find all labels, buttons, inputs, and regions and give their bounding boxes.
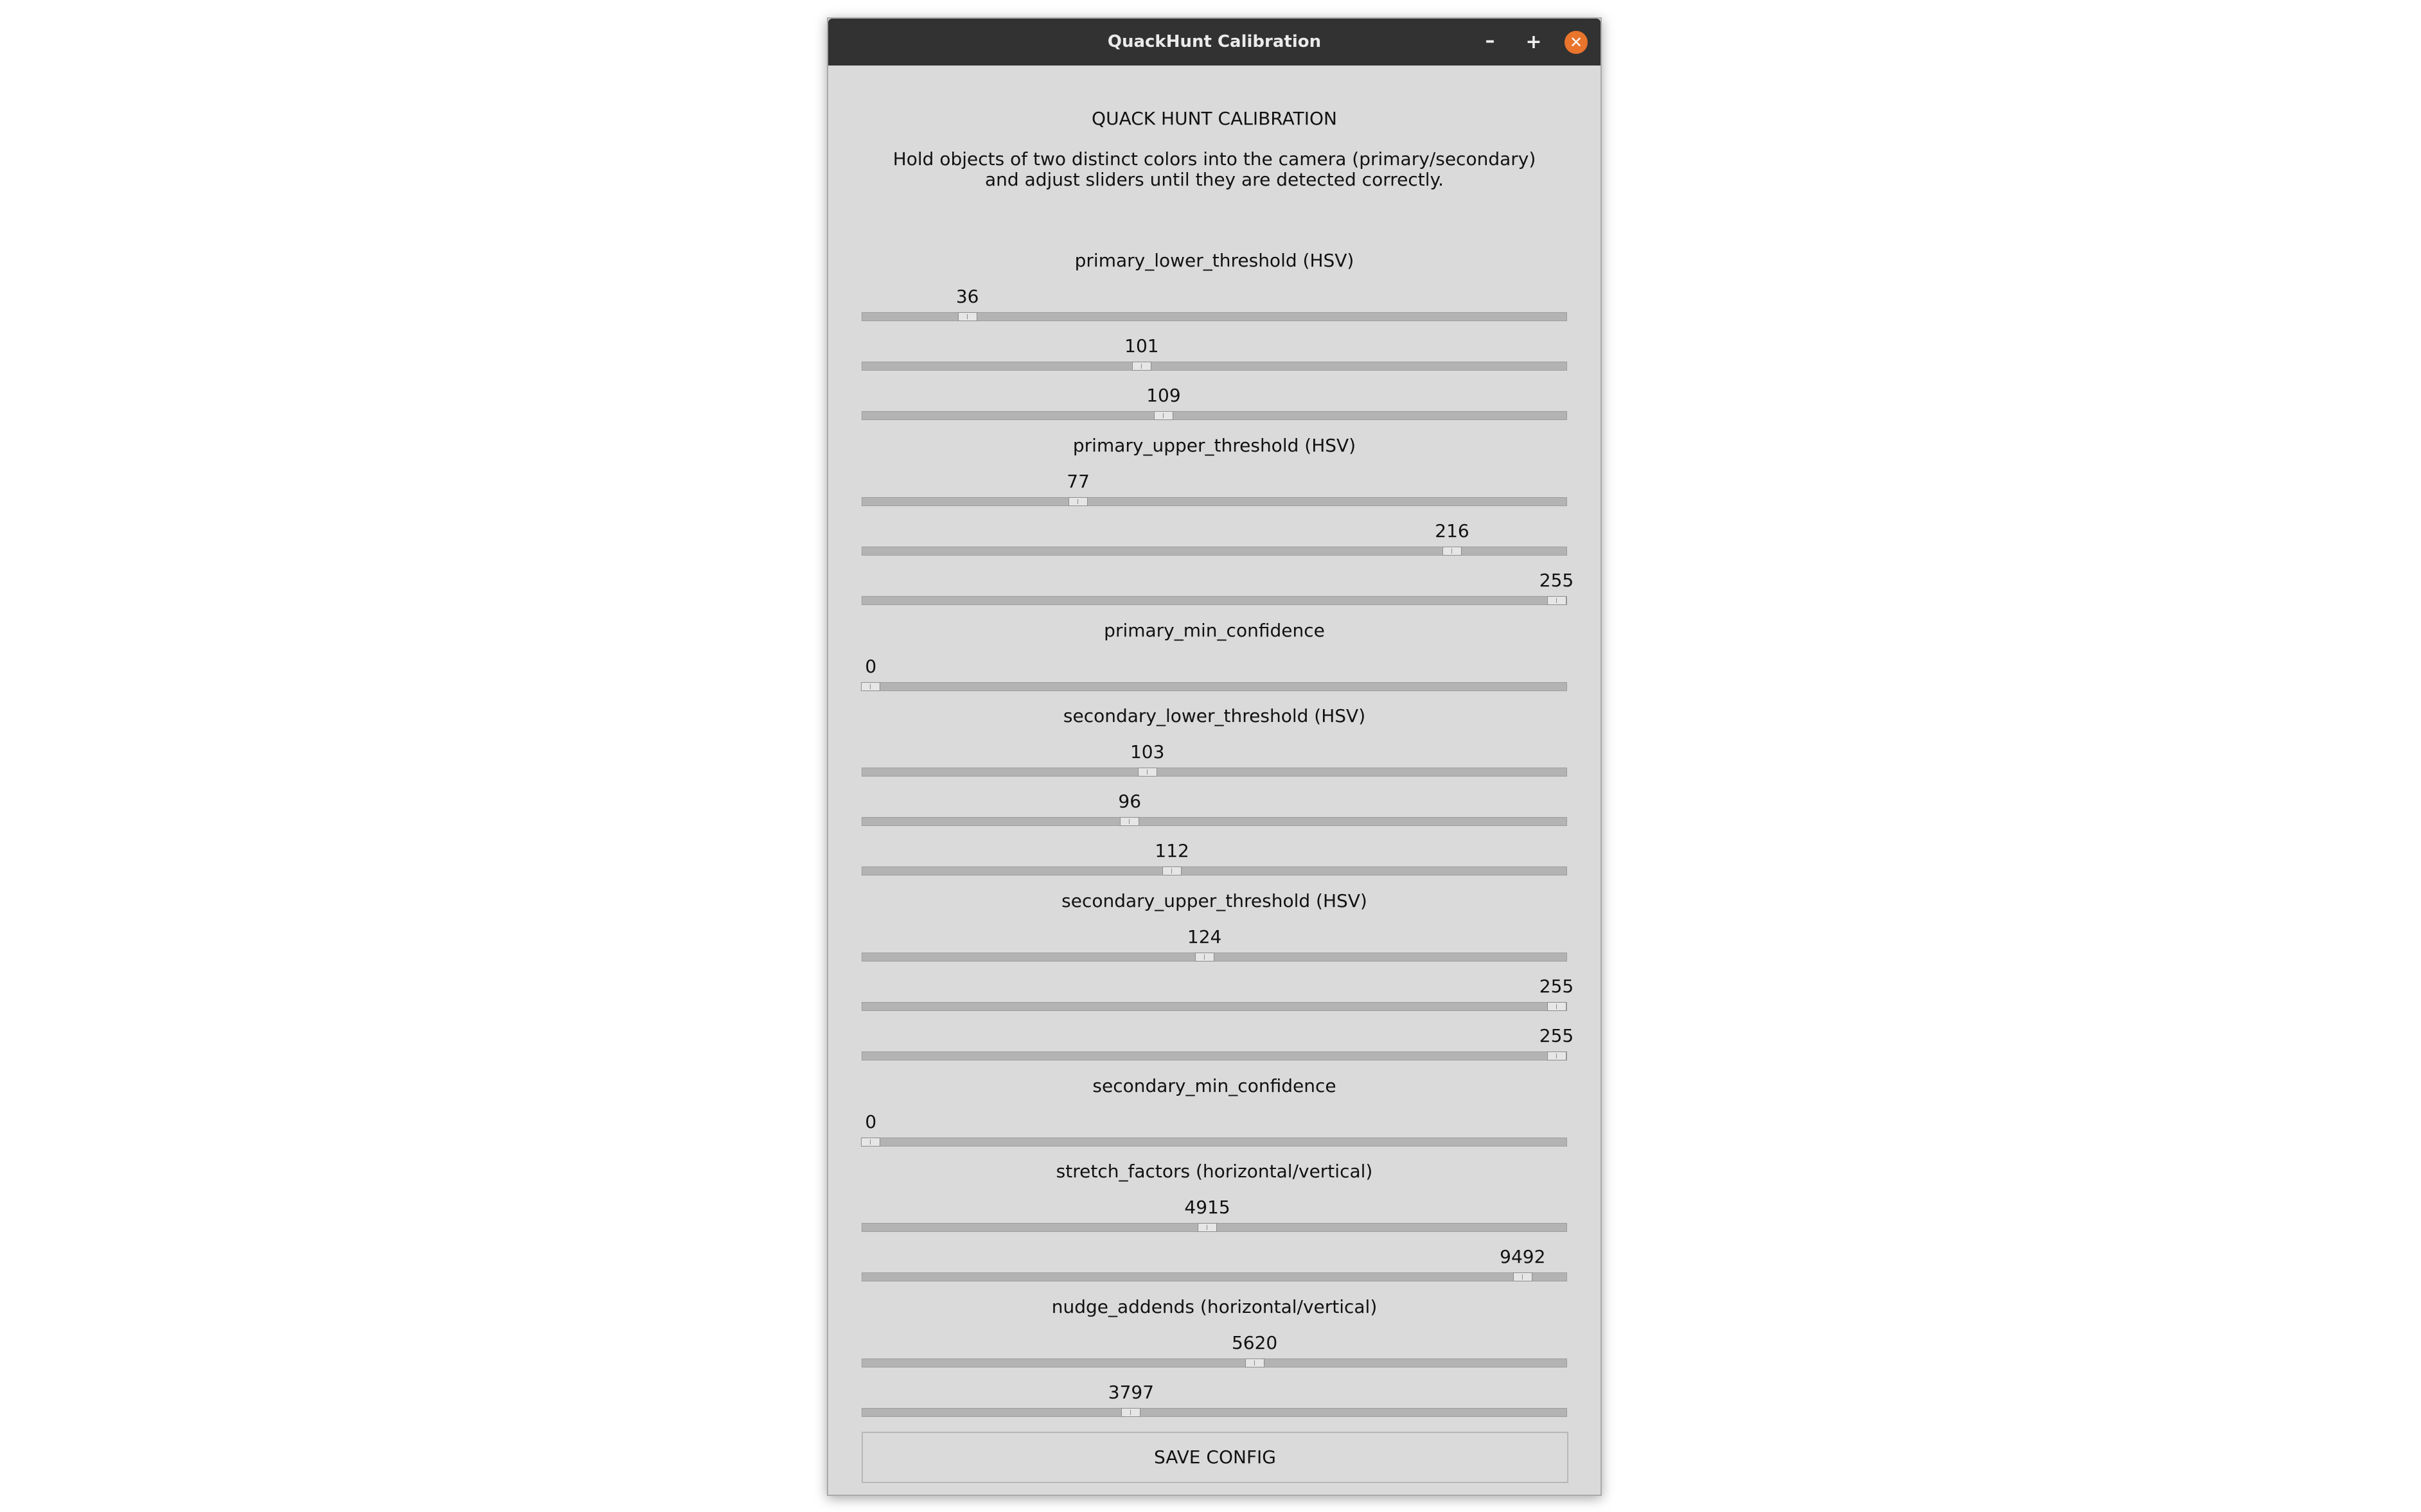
slider-handle[interactable]	[1137, 768, 1157, 777]
secondary-lower-v-slider[interactable]: 112	[862, 840, 1567, 876]
primary-upper-v-slider[interactable]: 255	[862, 570, 1574, 606]
slider-handle[interactable]	[1131, 362, 1151, 371]
slider-value: 77	[1067, 471, 1090, 492]
slider-handle[interactable]	[1547, 1051, 1566, 1060]
slider-trough[interactable]	[862, 1358, 1567, 1367]
instructions-text: Hold objects of two distinct colors into…	[828, 149, 1601, 190]
slider-trough[interactable]	[862, 682, 1567, 691]
primary-upper-threshold-label: primary_upper_threshold (HSV)	[1072, 435, 1356, 456]
slider-handle[interactable]	[1442, 547, 1462, 556]
slider-handle[interactable]	[1069, 497, 1088, 506]
slider-value: 124	[1187, 926, 1222, 947]
slider-value: 0	[865, 656, 877, 677]
slider-trough[interactable]	[862, 866, 1567, 875]
secondary-upper-s-slider[interactable]: 255	[862, 976, 1574, 1012]
slider-trough[interactable]	[862, 411, 1567, 420]
slider-handle[interactable]	[1547, 596, 1566, 605]
primary-min-confidence-slider[interactable]: 0	[861, 656, 1567, 692]
nudge-vertical-slider[interactable]: 3797	[862, 1382, 1567, 1418]
slider-value: 103	[1130, 741, 1165, 762]
page-title: QUACK HUNT CALIBRATION	[1092, 108, 1337, 129]
calibration-panel: QUACK HUNT CALIBRATION Hold objects of t…	[828, 66, 1601, 1495]
instructions-line-2: and adjust sliders until they are detect…	[985, 169, 1444, 190]
slider-value: 4915	[1184, 1197, 1230, 1218]
slider-trough[interactable]	[862, 1002, 1567, 1011]
maximize-icon[interactable]: +	[1521, 30, 1546, 55]
primary-upper-h-slider[interactable]: 77	[862, 471, 1567, 507]
primary-lower-s-slider[interactable]: 101	[862, 335, 1567, 371]
instructions-line-1: Hold objects of two distinct colors into…	[892, 148, 1536, 170]
nudge-horizontal-slider[interactable]: 5620	[862, 1332, 1567, 1368]
slider-handle[interactable]	[1245, 1358, 1264, 1367]
slider-trough[interactable]	[862, 497, 1567, 506]
secondary-upper-v-slider[interactable]: 255	[862, 1025, 1574, 1061]
slider-value: 0	[865, 1111, 877, 1132]
secondary-lower-threshold-label: secondary_lower_threshold (HSV)	[1063, 705, 1366, 726]
slider-value: 5620	[1231, 1332, 1278, 1353]
primary-lower-h-slider[interactable]: 36	[862, 286, 1567, 322]
slider-trough[interactable]	[862, 596, 1567, 605]
slider-trough[interactable]	[862, 1051, 1567, 1060]
slider-value: 255	[1539, 570, 1574, 591]
slider-trough[interactable]	[862, 1272, 1567, 1281]
slider-handle[interactable]	[1512, 1272, 1532, 1281]
slider-value: 101	[1124, 335, 1159, 356]
primary-min-confidence-label: primary_min_confidence	[1104, 620, 1325, 641]
slider-value: 96	[1118, 791, 1142, 812]
slider-trough[interactable]	[862, 768, 1567, 777]
slider-handle[interactable]	[1198, 1223, 1218, 1232]
primary-lower-v-slider[interactable]: 109	[862, 385, 1567, 421]
calibration-window: QuackHunt Calibration – + ✕ QUACK HUNT C…	[827, 17, 1602, 1496]
primary-upper-s-slider[interactable]: 216	[862, 520, 1567, 556]
slider-value: 109	[1146, 385, 1181, 406]
primary-lower-threshold-label: primary_lower_threshold (HSV)	[1074, 250, 1354, 271]
secondary-min-confidence-slider[interactable]: 0	[861, 1111, 1567, 1147]
slider-trough[interactable]	[862, 817, 1567, 826]
slider-handle[interactable]	[1162, 866, 1182, 875]
slider-trough[interactable]	[862, 1138, 1567, 1147]
close-icon[interactable]: ✕	[1565, 31, 1588, 54]
secondary-min-confidence-label: secondary_min_confidence	[1092, 1075, 1336, 1096]
stretch-factors-label: stretch_factors (horizontal/vertical)	[1056, 1161, 1373, 1182]
slider-handle[interactable]	[1120, 817, 1140, 826]
slider-handle[interactable]	[861, 682, 881, 691]
slider-handle[interactable]	[957, 312, 977, 321]
title-bar[interactable]: QuackHunt Calibration – + ✕	[828, 19, 1601, 66]
slider-value: 36	[955, 286, 979, 307]
slider-value: 9492	[1500, 1246, 1546, 1267]
secondary-upper-h-slider[interactable]: 124	[862, 926, 1567, 962]
slider-value: 216	[1435, 520, 1469, 541]
slider-handle[interactable]	[1121, 1408, 1141, 1417]
slider-trough[interactable]	[862, 362, 1567, 371]
secondary-lower-h-slider[interactable]: 103	[862, 741, 1567, 777]
slider-trough[interactable]	[862, 1408, 1567, 1417]
minimize-icon[interactable]: –	[1478, 29, 1502, 53]
slider-value: 112	[1155, 840, 1189, 861]
slider-handle[interactable]	[1153, 411, 1173, 420]
slider-handle[interactable]	[1194, 953, 1214, 962]
slider-handle[interactable]	[1547, 1002, 1566, 1011]
slider-value: 255	[1539, 976, 1574, 997]
nudge-addends-label: nudge_addends (horizontal/vertical)	[1051, 1296, 1378, 1317]
stretch-vertical-slider[interactable]: 9492	[862, 1246, 1567, 1282]
stretch-horizontal-slider[interactable]: 4915	[862, 1197, 1567, 1233]
secondary-upper-threshold-label: secondary_upper_threshold (HSV)	[1061, 890, 1367, 911]
secondary-lower-s-slider[interactable]: 96	[862, 791, 1567, 827]
slider-trough[interactable]	[862, 953, 1567, 962]
save-config-button[interactable]: SAVE CONFIG	[862, 1432, 1568, 1483]
slider-handle[interactable]	[861, 1138, 881, 1147]
slider-value: 3797	[1108, 1382, 1155, 1403]
slider-value: 255	[1539, 1025, 1574, 1046]
